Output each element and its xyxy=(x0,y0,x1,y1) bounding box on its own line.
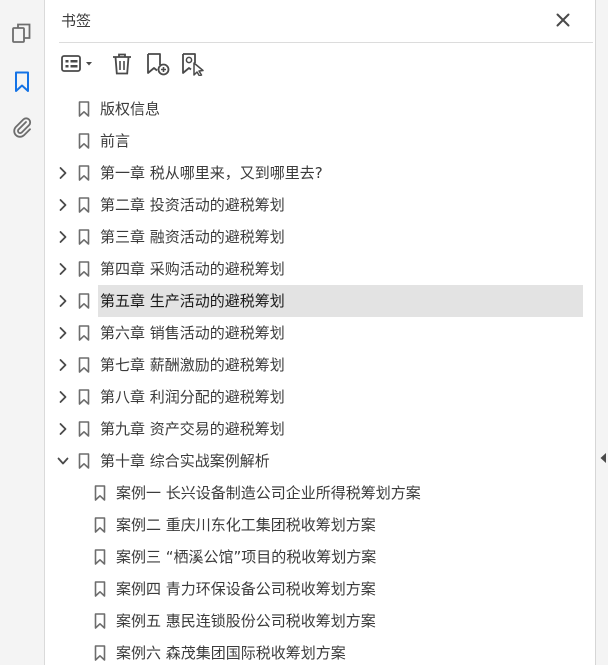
chevron-right-icon[interactable] xyxy=(57,198,69,212)
bookmark-icon xyxy=(78,325,90,341)
new-bookmark-from-structure-icon xyxy=(180,52,206,76)
bookmark-label: 案例三 “栖溪公馆”项目的税收筹划方案 xyxy=(116,548,377,566)
chevron-right-icon[interactable] xyxy=(57,294,69,308)
bookmark-item[interactable]: 第二章 投资活动的避税筹划 xyxy=(45,189,595,221)
navigation-rail xyxy=(0,0,45,665)
bookmark-item[interactable]: 第四章 采购活动的避税筹划 xyxy=(45,253,595,285)
chevron-right-icon[interactable] xyxy=(57,422,69,436)
bookmark-label: 第十章 综合实战案例解析 xyxy=(100,452,270,470)
panel-collapse-strip[interactable] xyxy=(595,0,608,665)
bookmark-label: 案例一 长兴设备制造公司企业所得税筹划方案 xyxy=(116,484,421,502)
chevron-right-icon[interactable] xyxy=(57,326,69,340)
bookmark-icon xyxy=(94,581,106,597)
bookmark-label: 第五章 生产活动的避税筹划 xyxy=(100,292,285,310)
bookmark-item[interactable]: 案例二 重庆川东化工集团税收筹划方案 xyxy=(45,509,595,541)
bookmark-item[interactable]: 第十章 综合实战案例解析 xyxy=(45,445,595,477)
collapse-panel-icon[interactable] xyxy=(598,452,608,464)
bookmark-item[interactable]: 第三章 融资活动的避税筹划 xyxy=(45,221,595,253)
bookmark-item[interactable]: 案例四 青力环保设备公司税收筹划方案 xyxy=(45,573,595,605)
bookmark-icon xyxy=(78,133,90,149)
bookmark-label: 第二章 投资活动的避税筹划 xyxy=(100,196,285,214)
pages-icon[interactable] xyxy=(10,22,34,46)
bookmark-icon[interactable] xyxy=(10,70,34,94)
bookmark-label: 第三章 融资活动的避税筹划 xyxy=(100,228,285,246)
chevron-right-icon[interactable] xyxy=(57,262,69,276)
bookmark-icon xyxy=(94,645,106,661)
panel-title: 书签 xyxy=(61,12,92,30)
bookmark-item[interactable]: 案例六 森茂集团国际税收筹划方案 xyxy=(45,637,595,669)
bookmark-icon xyxy=(78,389,90,405)
bookmark-item[interactable]: 第七章 薪酬激励的避税筹划 xyxy=(45,349,595,381)
bookmark-label: 案例二 重庆川东化工集团税收筹划方案 xyxy=(116,516,376,534)
bookmark-row-highlight xyxy=(98,125,583,157)
bookmark-icon xyxy=(94,485,106,501)
chevron-right-icon[interactable] xyxy=(57,390,69,404)
bookmark-item[interactable]: 第六章 销售活动的避税筹划 xyxy=(45,317,595,349)
bookmark-label: 第四章 采购活动的避税筹划 xyxy=(100,260,285,278)
bookmark-icon xyxy=(78,197,90,213)
bookmarks-toolbar xyxy=(59,50,593,78)
bookmark-icon xyxy=(94,549,106,565)
bookmark-row-highlight xyxy=(98,93,583,125)
chevron-right-icon[interactable] xyxy=(57,230,69,244)
bookmark-icon xyxy=(78,101,90,117)
bookmark-icon xyxy=(78,421,90,437)
bookmark-icon xyxy=(78,357,90,373)
bookmark-item[interactable]: 版权信息 xyxy=(45,93,595,125)
delete-bookmark-button[interactable] xyxy=(110,52,134,76)
bookmark-icon xyxy=(78,453,90,469)
bookmark-label: 第八章 利润分配的避税筹划 xyxy=(100,388,285,406)
new-bookmark-button[interactable] xyxy=(145,52,171,76)
options-menu-icon xyxy=(60,54,96,74)
bookmark-item[interactable]: 案例三 “栖溪公馆”项目的税收筹划方案 xyxy=(45,541,595,573)
new-bookmark-from-structure-button[interactable] xyxy=(180,52,206,76)
chevron-down-icon[interactable] xyxy=(57,454,69,468)
bookmark-item[interactable]: 前言 xyxy=(45,125,595,157)
bookmark-icon xyxy=(78,261,90,277)
bookmark-item[interactable]: 第五章 生产活动的避税筹划 xyxy=(45,285,595,317)
bookmark-icon xyxy=(78,165,90,181)
bookmark-icon xyxy=(94,613,106,629)
bookmark-icon xyxy=(78,293,90,309)
attachment-icon[interactable] xyxy=(10,115,34,139)
header-divider xyxy=(59,42,593,43)
bookmark-label: 版权信息 xyxy=(100,100,161,118)
bookmark-item[interactable]: 案例五 惠民连锁股份公司税收筹划方案 xyxy=(45,605,595,637)
bookmark-label: 案例六 森茂集团国际税收筹划方案 xyxy=(116,644,346,662)
chevron-right-icon[interactable] xyxy=(57,358,69,372)
bookmark-label: 前言 xyxy=(100,132,131,150)
new-bookmark-icon xyxy=(145,52,171,76)
bookmark-label: 案例四 青力环保设备公司税收筹划方案 xyxy=(116,580,376,598)
bookmarks-panel: 书签 版权信息 前言 第一章 税从哪里来，又到哪里去? 第二章 投资活动的避税筹… xyxy=(45,0,595,665)
bookmark-label: 第一章 税从哪里来，又到哪里去? xyxy=(100,164,323,182)
bookmark-label: 第九章 资产交易的避税筹划 xyxy=(100,420,285,438)
bookmark-icon xyxy=(78,229,90,245)
options-menu-button[interactable] xyxy=(59,52,97,76)
bookmark-item[interactable]: 第九章 资产交易的避税筹划 xyxy=(45,413,595,445)
bookmark-item[interactable]: 第一章 税从哪里来，又到哪里去? xyxy=(45,157,595,189)
chevron-right-icon[interactable] xyxy=(57,166,69,180)
bookmark-item[interactable]: 案例一 长兴设备制造公司企业所得税筹划方案 xyxy=(45,477,595,509)
bookmark-label: 案例五 惠民连锁股份公司税收筹划方案 xyxy=(116,612,376,630)
delete-icon xyxy=(111,52,133,76)
bookmark-label: 第六章 销售活动的避税筹划 xyxy=(100,324,285,342)
close-icon[interactable] xyxy=(554,11,572,29)
bookmark-label: 第七章 薪酬激励的避税筹划 xyxy=(100,356,285,374)
bookmark-item[interactable]: 第八章 利润分配的避税筹划 xyxy=(45,381,595,413)
bookmark-icon xyxy=(94,517,106,533)
